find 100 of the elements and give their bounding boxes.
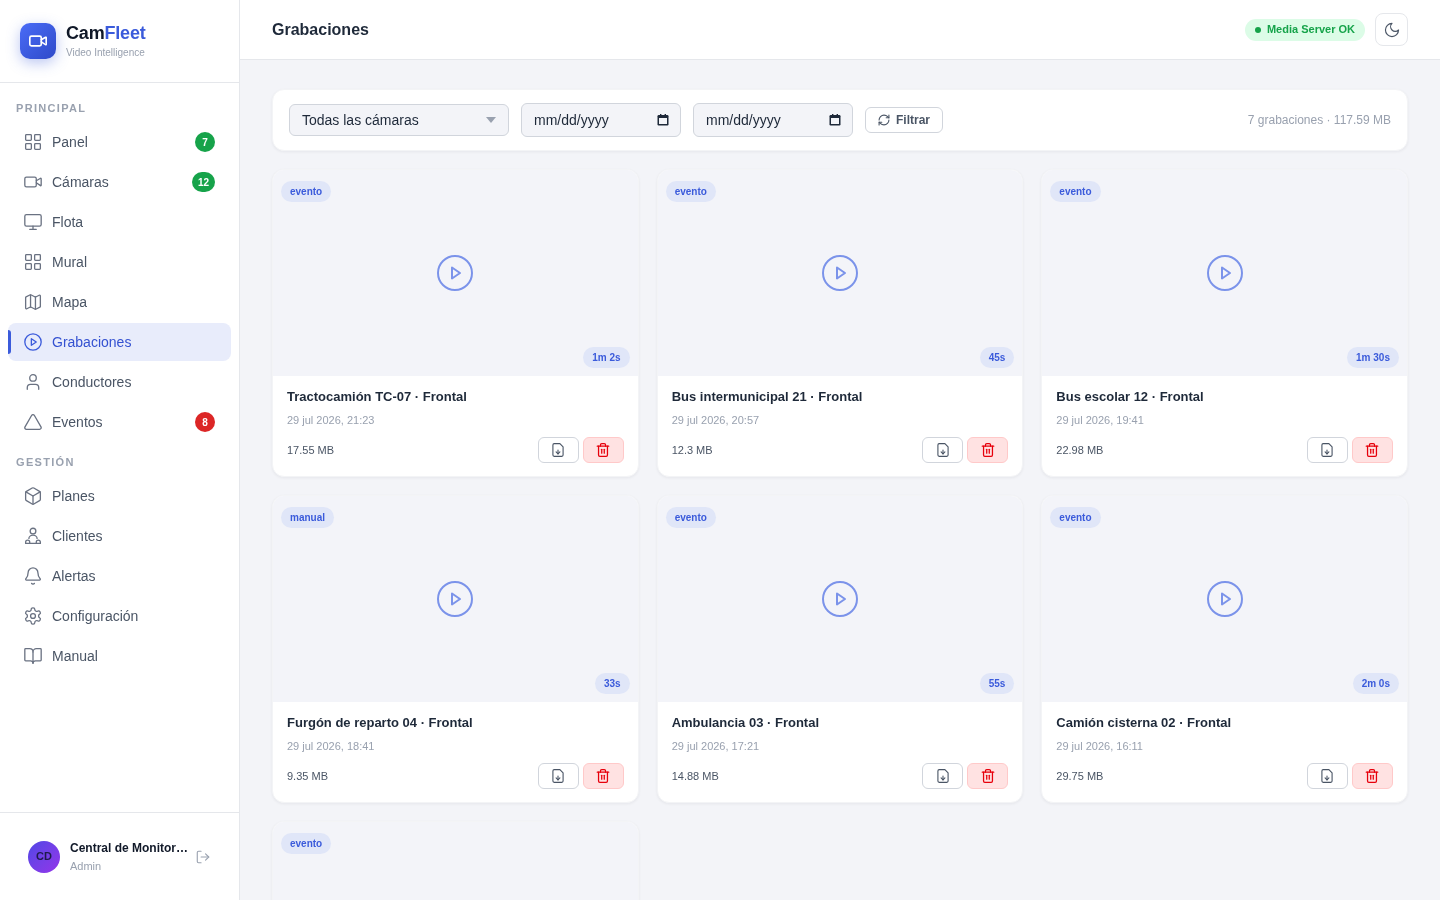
nav-item[interactable]: Cámaras 12: [8, 163, 231, 201]
active-indicator: [8, 330, 11, 354]
nav-item[interactable]: Configuración: [8, 597, 231, 635]
caret-icon: [486, 117, 496, 123]
recording-tag: evento: [665, 507, 716, 528]
trash-icon: [980, 769, 995, 783]
file-size: 17.55 MB: [287, 442, 335, 458]
delete-button[interactable]: [582, 437, 624, 463]
recording-title: Furgón de reparto 04 · Frontal: [287, 714, 474, 732]
play-circle-icon[interactable]: [1206, 255, 1243, 291]
user-group-icon: [24, 527, 42, 545]
nav-item[interactable]: Panel 7: [8, 123, 231, 161]
file-size: 29.75 MB: [1056, 768, 1104, 784]
duration-badge: 1m 30s: [1347, 347, 1399, 368]
file-download-icon: [935, 769, 950, 783]
nav-item[interactable]: Alertas: [8, 557, 231, 595]
delete-button[interactable]: [1352, 437, 1393, 463]
count-badge: 8: [195, 412, 215, 432]
duration-badge: 2m 0s: [1352, 673, 1399, 694]
download-button[interactable]: [537, 437, 579, 463]
download-button[interactable]: [922, 763, 964, 789]
play-circle-icon[interactable]: [437, 255, 474, 291]
map-icon: [24, 293, 42, 311]
nav-item[interactable]: Mapa: [8, 283, 231, 321]
bell-icon: [24, 567, 42, 585]
recording-tag: evento: [281, 181, 332, 202]
theme-toggle-button[interactable]: [1375, 13, 1408, 46]
file-download-icon: [1320, 443, 1335, 457]
file-size: 22.98 MB: [1056, 442, 1104, 458]
file-size: 14.88 MB: [671, 768, 719, 784]
nav-item[interactable]: Grabaciones: [8, 323, 231, 361]
brand-name: CamFleet: [66, 22, 146, 44]
nav-item[interactable]: Clientes: [8, 517, 231, 555]
play-circle-icon: [24, 333, 42, 351]
recording-title: Camión cisterna 02 · Frontal: [1056, 714, 1233, 732]
grid-icon: [24, 253, 42, 271]
recording-date: 29 jul 2026, 16:11: [1056, 739, 1144, 754]
delete-button[interactable]: [967, 437, 1009, 463]
play-circle-icon[interactable]: [822, 581, 858, 617]
nav-item[interactable]: Eventos 8: [8, 403, 231, 441]
recording-date: 29 jul 2026, 18:41: [287, 739, 376, 754]
duration-badge: 33s: [594, 673, 630, 694]
download-button[interactable]: [1307, 437, 1348, 463]
recording-title: Ambulancia 03 · Frontal: [671, 714, 821, 732]
moon-icon: [1383, 21, 1400, 38]
recordings-summary: 7 grabaciones · 117.59 MB: [1247, 112, 1391, 129]
delete-button[interactable]: [967, 763, 1009, 789]
grid-icon: [24, 133, 42, 151]
user-name: Central de Monitor…: [70, 839, 185, 856]
user-avatar: CD: [28, 840, 60, 873]
nav-item[interactable]: Conductores: [8, 363, 231, 401]
download-button[interactable]: [1307, 763, 1348, 789]
play-circle-icon[interactable]: [1206, 581, 1243, 617]
recording-tag: manual: [281, 507, 334, 528]
file-download-icon: [551, 443, 566, 457]
camera-select[interactable]: Todas las cámaras: [289, 104, 509, 136]
calendar-icon: [829, 114, 841, 126]
brand-tagline: Video Intelligence: [66, 46, 146, 60]
date-field[interactable]: mm/dd/yyyy: [521, 103, 681, 137]
recording-tag: evento: [665, 181, 716, 202]
download-button[interactable]: [537, 763, 579, 789]
refresh-icon: [878, 114, 890, 126]
logout-button[interactable]: [195, 848, 211, 865]
play-circle-icon[interactable]: [437, 581, 474, 617]
calendar-icon: [657, 114, 669, 126]
file-download-icon: [935, 443, 950, 457]
recording-tag: evento: [1050, 507, 1101, 528]
recording-date: 29 jul 2026, 20:57: [671, 413, 761, 428]
trash-icon: [980, 443, 995, 457]
download-button[interactable]: [922, 437, 964, 463]
nav-item[interactable]: Manual: [8, 637, 231, 675]
warning-triangle-icon: [24, 413, 42, 431]
count-badge: 12: [191, 172, 215, 192]
book-icon: [24, 647, 42, 665]
recording-title: Tractocamión TC-07 · Frontal: [287, 388, 468, 406]
trash-icon: [1365, 769, 1380, 783]
duration-badge: 1m 2s: [583, 347, 630, 368]
date-field[interactable]: mm/dd/yyyy: [693, 103, 853, 137]
monitor-icon: [24, 213, 42, 231]
nav-item[interactable]: Mural: [8, 243, 231, 281]
nav-item[interactable]: Flota: [8, 203, 231, 241]
page-title: Grabaciones: [272, 19, 369, 40]
recording-tag: evento: [1050, 181, 1101, 202]
delete-button[interactable]: [1352, 763, 1393, 789]
recording-title: Bus intermunicipal 21 · Frontal: [671, 388, 864, 406]
camera-logo-icon: [20, 23, 56, 59]
section-label: PRINCIPAL: [16, 100, 87, 116]
user-icon: [24, 373, 42, 391]
file-size: 12.3 MB: [671, 442, 713, 458]
recording-tag: evento: [281, 833, 332, 854]
delete-button[interactable]: [582, 763, 624, 789]
nav-item[interactable]: Planes: [8, 477, 231, 515]
logout-icon: [196, 849, 210, 864]
duration-badge: 45s: [979, 347, 1015, 368]
trash-icon: [596, 769, 611, 783]
recording-title: Bus escolar 12 · Frontal: [1056, 388, 1205, 406]
section-label: GESTIÓN: [16, 454, 75, 470]
filter-button[interactable]: Filtrar: [865, 107, 943, 133]
recording-date: 29 jul 2026, 19:41: [1056, 413, 1145, 428]
play-circle-icon[interactable]: [822, 255, 858, 291]
